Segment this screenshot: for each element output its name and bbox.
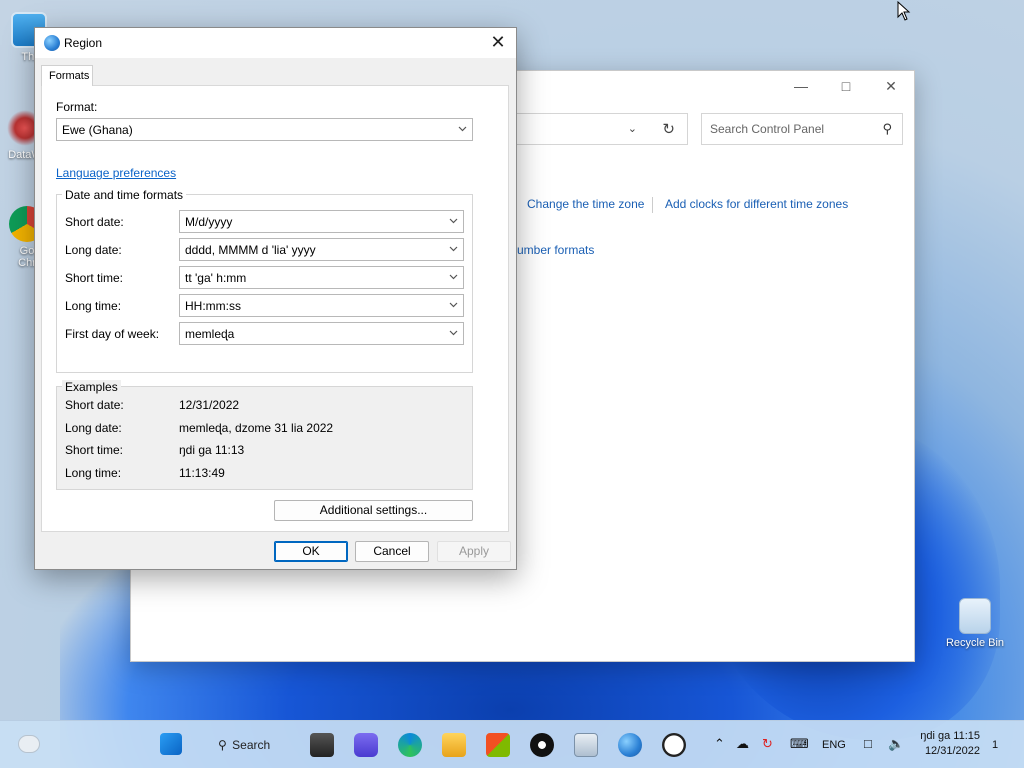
date-time-group-title: Date and time formats bbox=[62, 188, 187, 202]
chevron-down-icon bbox=[449, 328, 458, 337]
long-date-label: Long date: bbox=[65, 243, 122, 257]
tab-formats[interactable]: Formats bbox=[41, 65, 93, 86]
ok-button[interactable]: OK bbox=[274, 541, 348, 562]
add-clocks-link[interactable]: Add clocks for different time zones bbox=[665, 197, 848, 211]
settings-icon[interactable] bbox=[530, 733, 554, 757]
desktop-icon-label: Recycle Bin bbox=[945, 637, 1005, 649]
example-short-time-label: Short time: bbox=[65, 443, 124, 457]
start-icon[interactable] bbox=[160, 733, 182, 755]
globe-icon bbox=[44, 35, 60, 51]
first-day-of-week-label: First day of week: bbox=[65, 327, 160, 341]
short-date-label: Short date: bbox=[65, 215, 124, 229]
example-short-time-value: ŋdi ga 11:13 bbox=[179, 443, 245, 457]
region-dialog[interactable]: Region ✕ Formats Format: Ewe (Ghana) Lan… bbox=[34, 27, 517, 570]
link-divider bbox=[652, 197, 653, 213]
dialog-title: Region bbox=[64, 36, 103, 50]
taskbar-search-button[interactable]: ⚲ Search bbox=[218, 738, 270, 752]
sync-icon[interactable]: ↻ bbox=[762, 736, 773, 752]
desktop-icon-recycle-bin[interactable]: Recycle Bin bbox=[940, 598, 1010, 649]
close-button[interactable]: ✕ bbox=[486, 31, 510, 53]
network-icon[interactable]: □ bbox=[864, 736, 872, 751]
language-preferences-link[interactable]: Language preferences bbox=[56, 166, 176, 180]
long-date-value: dddd, MMMM d 'lia' yyyy bbox=[185, 243, 316, 257]
search-placeholder: Search Control Panel bbox=[710, 122, 825, 136]
example-short-date-value: 12/31/2022 bbox=[179, 398, 240, 412]
onedrive-icon[interactable]: ☁ bbox=[736, 736, 749, 752]
example-long-time-label: Long time: bbox=[65, 466, 122, 480]
short-date-select[interactable]: M/d/yyyy bbox=[179, 210, 464, 233]
chevron-down-icon bbox=[449, 216, 458, 225]
example-long-date-value: memleɖa, dzome 31 lia 2022 bbox=[179, 421, 334, 435]
additional-settings-button[interactable]: Additional settings... bbox=[274, 500, 473, 521]
cancel-button[interactable]: Cancel bbox=[355, 541, 429, 562]
recycle-bin-icon bbox=[959, 598, 991, 634]
long-time-label: Long time: bbox=[65, 299, 122, 313]
chevron-down-icon bbox=[449, 300, 458, 309]
long-time-select[interactable]: HH:mm:ss bbox=[179, 294, 464, 317]
clock-date[interactable]: 12/31/2022 bbox=[918, 745, 980, 757]
close-button[interactable]: ✕ bbox=[876, 77, 906, 95]
edge-icon[interactable] bbox=[398, 733, 422, 757]
dialog-titlebar[interactable]: Region ✕ bbox=[35, 28, 516, 58]
volume-icon[interactable]: 🔈 bbox=[888, 736, 904, 752]
long-date-select[interactable]: dddd, MMMM d 'lia' yyyy bbox=[179, 238, 464, 261]
format-label: Format: bbox=[56, 100, 98, 114]
first-day-of-week-select[interactable]: memleɖa bbox=[179, 322, 464, 345]
example-long-date-label: Long date: bbox=[65, 421, 122, 435]
search-input[interactable]: Search Control Panel ⚲ bbox=[701, 113, 903, 145]
examples-title: Examples bbox=[62, 380, 121, 394]
minimize-button[interactable]: — bbox=[786, 77, 816, 95]
format-select[interactable]: Ewe (Ghana) bbox=[56, 118, 473, 141]
search-icon[interactable]: ⚲ bbox=[882, 121, 892, 137]
example-short-date-label: Short date: bbox=[65, 398, 124, 412]
number-formats-link[interactable]: umber formats bbox=[517, 243, 594, 257]
weather-icon[interactable] bbox=[18, 735, 40, 753]
region-globe-icon[interactable] bbox=[618, 733, 642, 757]
chevron-down-icon[interactable]: ⌄ bbox=[628, 122, 637, 135]
short-time-value: tt 'ga' h:mm bbox=[185, 271, 247, 285]
maximize-button[interactable]: □ bbox=[831, 77, 861, 95]
task-view-icon[interactable] bbox=[310, 733, 334, 757]
format-value: Ewe (Ghana) bbox=[62, 123, 133, 137]
mouse-cursor-icon bbox=[897, 1, 911, 21]
taskbar-search-label: Search bbox=[232, 738, 271, 752]
example-long-time-value: 11:13:49 bbox=[179, 466, 225, 480]
control-panel-icon[interactable] bbox=[574, 733, 598, 757]
notification-badge[interactable]: 1 bbox=[992, 739, 998, 751]
short-time-label: Short time: bbox=[65, 271, 124, 285]
short-date-value: M/d/yyyy bbox=[185, 215, 233, 229]
language-indicator[interactable]: ENG bbox=[822, 739, 846, 751]
taskbar: ⚲ Search ⌃ ☁ ↻ ⌨ ENG □ 🔈 ŋdi ga 11:15 12… bbox=[0, 720, 1024, 768]
refresh-icon[interactable]: ↻ bbox=[662, 120, 675, 138]
chevron-up-icon[interactable]: ⌃ bbox=[714, 736, 725, 752]
apply-button[interactable]: Apply bbox=[437, 541, 511, 562]
address-bar[interactable]: ⌄ ↻ bbox=[516, 113, 688, 145]
chevron-down-icon bbox=[449, 272, 458, 281]
first-day-of-week-value: memleɖa bbox=[185, 327, 235, 341]
store-icon[interactable] bbox=[486, 733, 510, 757]
long-time-value: HH:mm:ss bbox=[185, 299, 241, 313]
chevron-down-icon bbox=[458, 124, 467, 133]
chevron-down-icon bbox=[449, 244, 458, 253]
clock-icon[interactable] bbox=[662, 733, 686, 757]
search-icon: ⚲ bbox=[218, 738, 227, 752]
clock-time[interactable]: ŋdi ga 11:15 bbox=[918, 730, 980, 742]
teams-chat-icon[interactable] bbox=[354, 733, 378, 757]
keyboard-icon[interactable]: ⌨ bbox=[790, 736, 809, 752]
change-time-zone-link[interactable]: Change the time zone bbox=[527, 197, 644, 211]
short-time-select[interactable]: tt 'ga' h:mm bbox=[179, 266, 464, 289]
file-explorer-icon[interactable] bbox=[442, 733, 466, 757]
